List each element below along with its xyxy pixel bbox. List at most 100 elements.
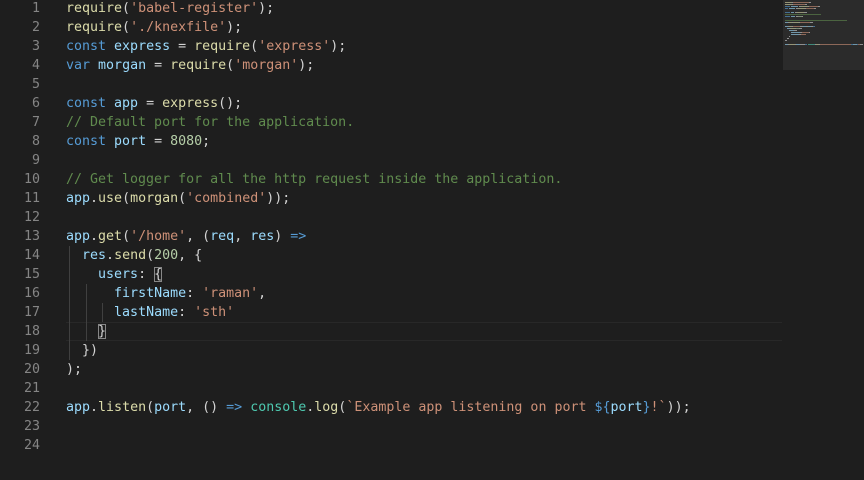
code-token: send [114, 248, 147, 263]
code-token: ) [274, 229, 291, 244]
code-token: get [98, 229, 123, 244]
minimap-line [804, 12, 807, 13]
code-token: => [290, 229, 307, 244]
code-token: express [162, 96, 219, 111]
code-token: , [234, 229, 251, 244]
minimap-line [802, 32, 809, 33]
line-number: 10 [23, 172, 40, 187]
code-token: = [146, 58, 171, 73]
code-token: res [82, 248, 107, 263]
code-token: : [186, 286, 203, 301]
code-token: app [66, 191, 91, 206]
code-token: require [66, 1, 123, 16]
code-token: . [90, 191, 99, 206]
code-token: ( [146, 248, 155, 263]
code-token: app [66, 400, 91, 415]
line-number: 5 [31, 77, 40, 92]
line-number: 4 [31, 58, 40, 73]
code-token: require [194, 39, 251, 54]
code-line: res.send(200, { [66, 246, 202, 265]
minimap-line [791, 34, 799, 35]
code-line: var morgan = require('morgan'); [66, 56, 314, 75]
minimap-line [785, 6, 790, 7]
code-token: lastName [114, 305, 179, 320]
code-token: 'express' [258, 39, 331, 54]
code-token: ); [258, 1, 275, 16]
code-line: require('./knexfile'); [66, 18, 242, 37]
code-token: require [66, 20, 123, 35]
line-number: 12 [23, 210, 40, 225]
line-number-gutter: 1 2 3 4 5 6 7 8 9 10 11 12 13 14 15 16 17 18 19 20 21 22 23 24 [0, 0, 40, 480]
code-token: { [154, 267, 163, 282]
line-number: 19 [23, 343, 40, 358]
code-token: (); [218, 96, 243, 111]
code-token: console [250, 400, 307, 415]
code-token: !` [650, 400, 667, 415]
code-token: ( [122, 191, 131, 206]
code-token: ; [202, 134, 211, 149]
code-token: }) [66, 343, 99, 358]
code-token: ( [122, 20, 131, 35]
code-token: firstName [114, 286, 187, 301]
code-token: const [66, 96, 107, 111]
line-number: 18 [23, 324, 40, 339]
code-token: 'raman' [202, 286, 259, 301]
code-token: const [66, 39, 107, 54]
code-token: , () [186, 400, 227, 415]
code-token: 'combined' [186, 191, 267, 206]
code-token: 'sth' [194, 305, 235, 320]
code-token: port [154, 400, 187, 415]
minimap-line [785, 2, 792, 3]
line-number: 3 [31, 39, 40, 54]
line-number: 15 [23, 267, 40, 282]
code-token: : [138, 267, 155, 282]
code-line: require('babel-register'); [66, 0, 274, 18]
code-token: // Get logger for all the http request i… [66, 172, 563, 187]
minimap-line [785, 16, 790, 17]
minimap[interactable] [783, 0, 864, 70]
code-token: ( [250, 39, 259, 54]
code-token: listen [98, 400, 147, 415]
line-number: 7 [31, 115, 40, 130]
code-token: ); [66, 362, 83, 377]
code-token: , ( [186, 229, 211, 244]
code-token: ( [122, 1, 131, 16]
code-line: firstName: 'raman', [66, 284, 266, 303]
code-token: users [98, 267, 139, 282]
code-line: lastName: 'sth' [66, 303, 234, 322]
code-token: => [226, 400, 243, 415]
code-token: app [114, 96, 139, 111]
code-token: 200 [154, 248, 179, 263]
line-number: 9 [31, 153, 40, 168]
code-line: // Default port for the application. [66, 113, 354, 132]
line-number: 11 [23, 191, 40, 206]
minimap-line [860, 44, 863, 45]
code-line: const express = require('express'); [66, 37, 346, 56]
line-number: 2 [31, 20, 40, 35]
code-token: )); [666, 400, 691, 415]
minimap-line [797, 12, 804, 13]
code-line: ); [66, 360, 82, 379]
line-number: 23 [23, 419, 40, 434]
code-token: express [114, 39, 171, 54]
indent-guide [69, 246, 70, 360]
line-number: 8 [31, 134, 40, 149]
code-area[interactable]: require('babel-register'); require('./kne… [66, 0, 782, 480]
minimap-line [785, 20, 847, 21]
code-editor[interactable]: 1 2 3 4 5 6 7 8 9 10 11 12 13 14 15 16 17 18 19 20 21 22 23 24 … [0, 0, 864, 480]
code-token: ( [226, 58, 235, 73]
minimap-line [791, 32, 800, 33]
code-line: // Get logger for all the http request i… [66, 170, 562, 189]
code-token: `Example app listening on port [346, 400, 595, 415]
line-number: 21 [23, 381, 40, 396]
indent-guide [102, 303, 104, 322]
code-token: res [250, 229, 275, 244]
code-line: }) [66, 341, 98, 360]
code-line: app.listen(port, () => console.log(`Exam… [66, 398, 691, 417]
code-token: 'babel-register' [130, 1, 259, 16]
